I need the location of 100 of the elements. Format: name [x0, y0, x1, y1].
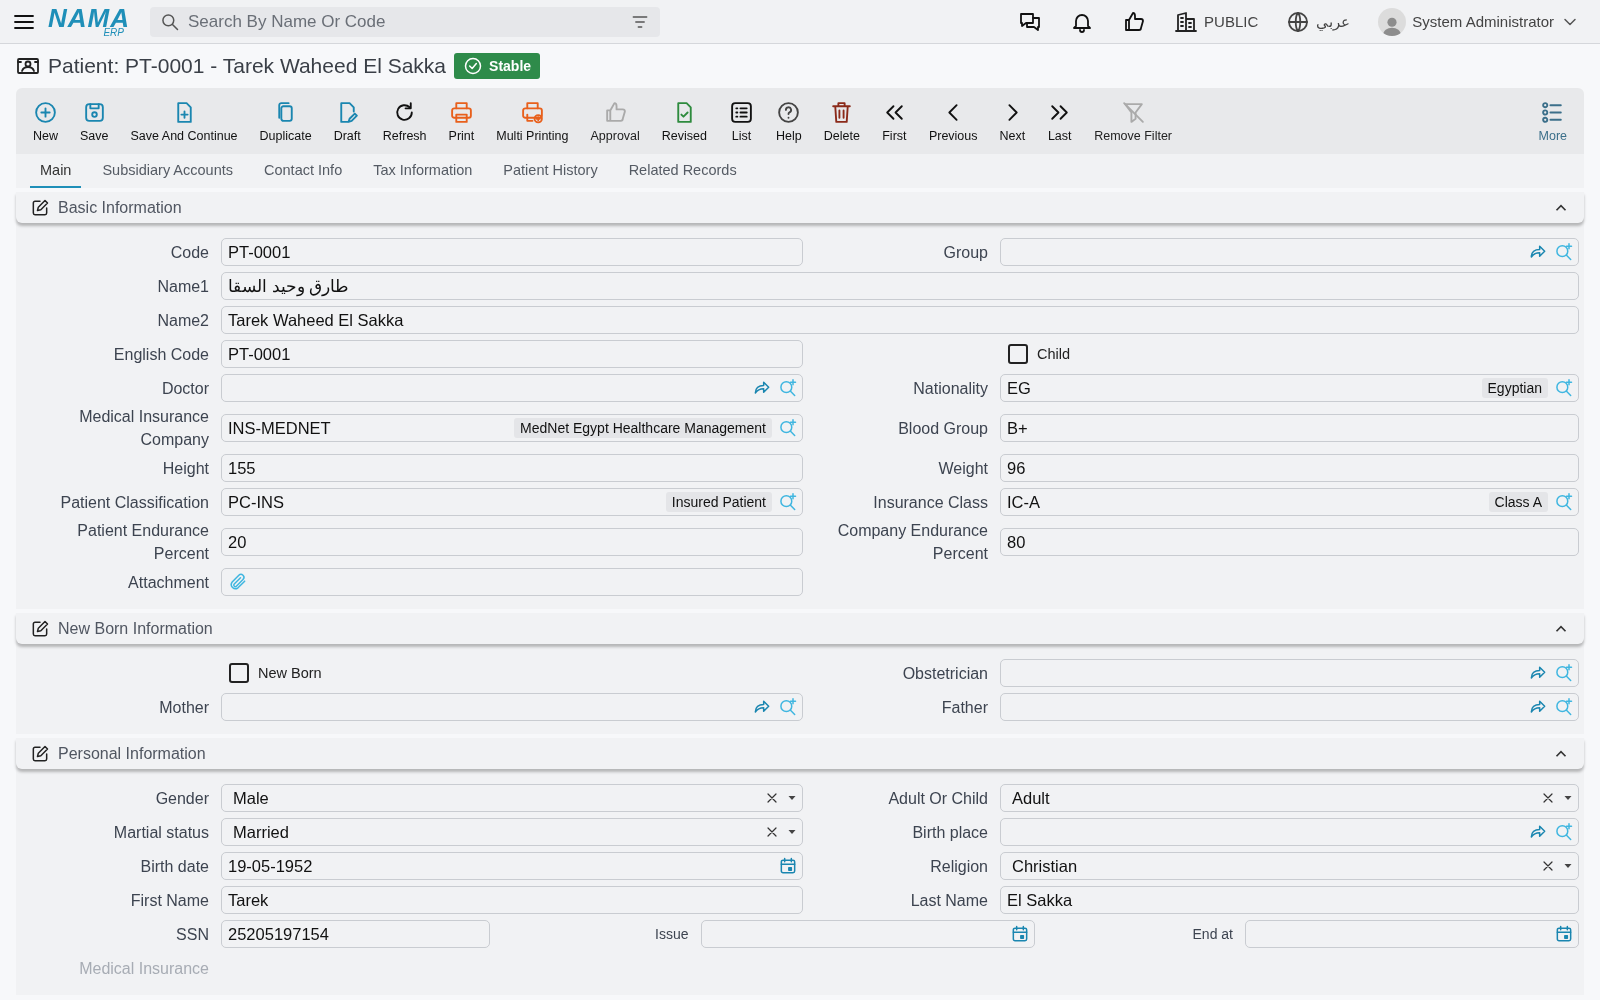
tab[interactable]: Patient History [493, 154, 608, 188]
toolbar-button[interactable]: Save And Continue [119, 95, 249, 147]
toolbar-button[interactable]: List [718, 95, 765, 147]
text-field[interactable]: Tarek Waheed El Sakka [221, 306, 1579, 334]
lookup-field[interactable]: INS-MEDNET MedNet Egypt Healthcare Management [221, 414, 803, 442]
field-label: Martial status [113, 822, 209, 843]
language-button[interactable]: عربي [1286, 9, 1351, 34]
check-circle-icon [463, 56, 484, 76]
toolbar-button[interactable]: Duplicate [248, 95, 323, 147]
search-icon [160, 11, 180, 32]
date-field[interactable] [1245, 920, 1579, 948]
text-field[interactable]: 155 [221, 454, 803, 482]
field-label: Issue [655, 924, 689, 944]
search-plus-icon [778, 418, 798, 438]
dropdown-field[interactable]: Christian [1000, 852, 1579, 880]
section-title: Personal Information [58, 744, 207, 763]
thumbs-up-icon [1122, 9, 1147, 34]
tab[interactable]: Related Records [618, 154, 747, 188]
toolbar-button[interactable]: Refresh [371, 95, 438, 147]
date-field[interactable] [700, 920, 1035, 948]
lookup-field[interactable]: PC-INS Insured Patient [221, 488, 803, 516]
field-label: Code [170, 242, 209, 263]
dropdown-field[interactable]: Male [221, 784, 803, 812]
field-label: Doctor [161, 378, 209, 399]
toolbar-button[interactable]: Delete [812, 95, 871, 147]
toolbar-button[interactable]: Print [437, 95, 486, 147]
text-field[interactable]: B+ [1000, 414, 1579, 442]
page-title: Patient: PT-0001 - Tarek Waheed El Sakka [48, 54, 447, 78]
toolbar-button[interactable]: Draft [322, 95, 372, 147]
text-field[interactable]: 20 [221, 528, 803, 556]
section-header[interactable]: New Born Information [16, 613, 1584, 644]
field-label: Mother [159, 697, 209, 718]
description-tag: Egyptian [1481, 378, 1548, 398]
field-label: Gender [155, 788, 209, 809]
dropdown-field[interactable]: Adult [1000, 784, 1579, 812]
lookup-field[interactable]: EG Egyptian [1000, 374, 1579, 402]
text-field[interactable]: PT-0001 [221, 238, 803, 266]
user-name[interactable]: System Administrator [1412, 13, 1554, 30]
toolbar-button[interactable]: Multi Printing [485, 95, 580, 147]
search-plus-icon [778, 378, 798, 398]
toolbar-button[interactable]: Last [1036, 95, 1084, 147]
field-label: Company Endurance Percent [836, 521, 988, 564]
date-field[interactable]: 19-05-1952 [221, 852, 803, 880]
toolbar-button[interactable]: Previous [917, 95, 989, 147]
field-label: Insurance Class [873, 492, 988, 513]
text-field[interactable]: El Sakka [1000, 886, 1579, 914]
text-field[interactable]: طارق وحيد السقا [221, 272, 1579, 300]
checkbox-label: New Born [258, 665, 322, 681]
search-plus-icon [1554, 663, 1574, 683]
tab[interactable]: Tax Information [363, 154, 483, 188]
toolbar-button[interactable]: Revised [650, 95, 718, 147]
checkbox[interactable] [229, 663, 249, 683]
field-label: Birth place [912, 822, 988, 843]
lookup-field[interactable] [1000, 238, 1579, 266]
lookup-field[interactable] [1000, 818, 1579, 846]
text-field[interactable]: 25205197154 [221, 920, 490, 948]
tab[interactable]: Main [30, 154, 82, 188]
edit-icon [30, 743, 50, 764]
lookup-field[interactable] [221, 374, 803, 402]
lookup-field[interactable] [1000, 693, 1579, 721]
field-label: Birth date [140, 856, 209, 877]
text-field[interactable]: Tarek [221, 886, 803, 914]
field-label: Adult Or Child [888, 788, 988, 809]
attachment-field[interactable] [221, 568, 803, 596]
text-field[interactable]: 80 [1000, 528, 1579, 556]
lookup-field[interactable] [1000, 659, 1579, 687]
field-label: Name2 [157, 310, 209, 331]
field-label: Name1 [157, 276, 209, 297]
field-label: Weight [938, 458, 988, 479]
list-icon [729, 99, 754, 125]
tab[interactable]: Subsidiary Accounts [92, 154, 243, 188]
edit-icon [30, 197, 50, 218]
search-field[interactable]: Search By Name Or Code [150, 6, 660, 37]
description-tag: MedNet Egypt Healthcare Management [514, 418, 772, 438]
search-plus-icon [778, 697, 798, 717]
field-label: Medical Insurance Company [78, 407, 209, 450]
tab[interactable]: Contact Info [254, 154, 353, 188]
lookup-field[interactable] [221, 693, 803, 721]
plus-circle-icon [33, 99, 58, 125]
company-label[interactable]: PUBLIC [1204, 13, 1259, 30]
dropdown-field[interactable]: Married [221, 818, 803, 846]
toolbar-button[interactable]: Save [69, 95, 120, 147]
calendar-icon [1554, 924, 1574, 944]
checkbox[interactable] [1008, 344, 1028, 364]
text-field[interactable]: 96 [1000, 454, 1579, 482]
toolbar-button[interactable]: First [870, 95, 918, 147]
avatar-icon[interactable] [1378, 7, 1407, 36]
lookup-field[interactable]: IC-A Class A [1000, 488, 1579, 516]
printer-icon [448, 99, 474, 125]
text-field[interactable]: PT-0001 [221, 340, 803, 368]
toolbar-button[interactable]: New [22, 95, 69, 147]
paperclip-icon [228, 572, 248, 592]
toolbar-button[interactable]: Help [765, 95, 813, 147]
toolbar-button[interactable]: Next [988, 95, 1037, 147]
field-label: Attachment [128, 572, 209, 593]
section-header[interactable]: Personal Information [16, 738, 1584, 769]
section-header[interactable]: Basic Information [16, 192, 1584, 223]
field-label: Patient Classification [60, 492, 209, 513]
more-button[interactable]: More [1527, 95, 1578, 147]
section-title: New Born Information [58, 619, 214, 638]
